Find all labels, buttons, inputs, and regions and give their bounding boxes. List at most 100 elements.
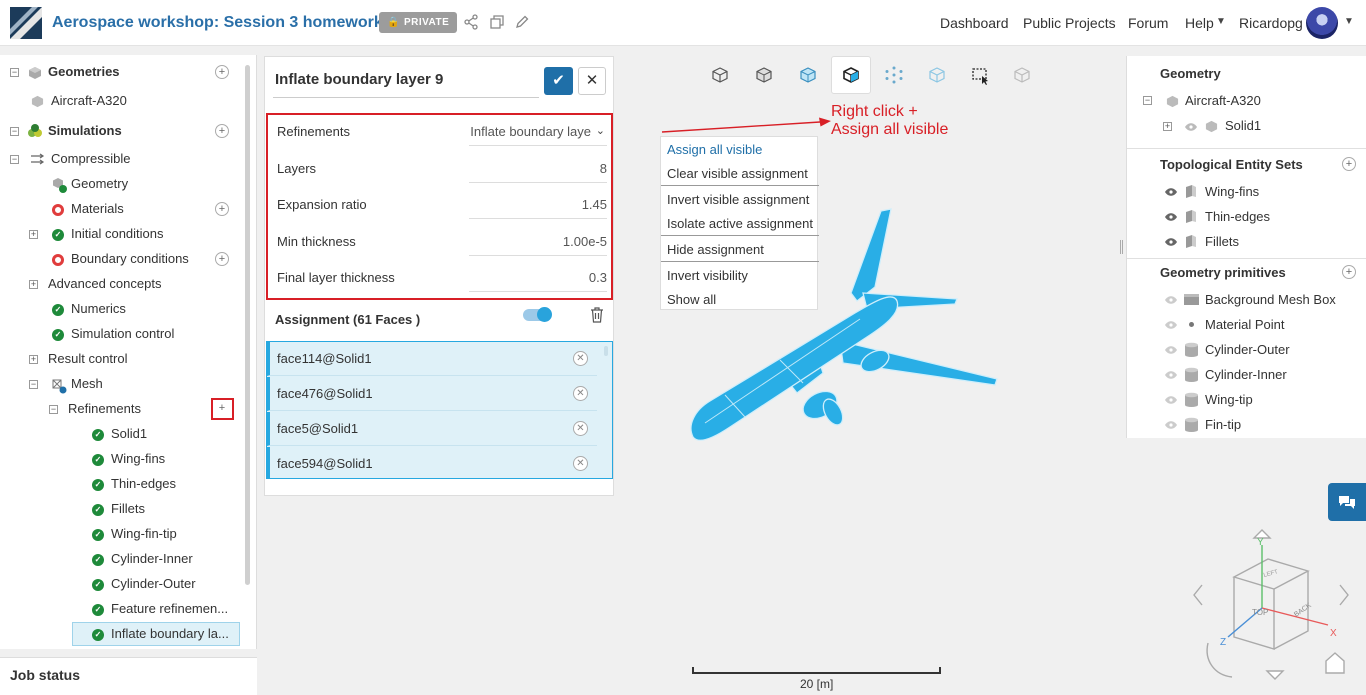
min-thickness-input[interactable]: 1.00e-5	[469, 234, 607, 256]
tree-simulation-control-row[interactable]: ✓ Simulation control	[52, 323, 174, 345]
add-simulation-icon[interactable]: +	[215, 124, 229, 138]
primitive-background-mesh-box[interactable]: Background Mesh Box	[1205, 292, 1336, 307]
hidden-parts-icon[interactable]	[1003, 58, 1041, 92]
list-item[interactable]: face5@Solid1 ✕	[267, 412, 597, 446]
assigned-faces-list[interactable]: face114@Solid1 ✕ face476@Solid1 ✕ face5@So…	[266, 341, 613, 479]
avatar[interactable]	[1306, 7, 1338, 39]
primitive-wing-tip[interactable]: Wing-tip	[1205, 392, 1253, 407]
eye-icon[interactable]	[1165, 371, 1177, 379]
tree-refinement-wing-fins[interactable]: ✓ Wing-fins	[92, 448, 165, 470]
list-item[interactable]: face594@Solid1 ✕	[267, 447, 597, 478]
tree-refinement-fillets[interactable]: ✓ Fillets	[92, 498, 145, 520]
primitive-fin-tip[interactable]: Fin-tip	[1205, 417, 1241, 432]
copy-icon[interactable]	[489, 14, 505, 30]
nav-dashboard[interactable]: Dashboard	[940, 15, 1009, 31]
edit-icon[interactable]	[514, 14, 530, 30]
eye-icon[interactable]	[1165, 188, 1177, 196]
primitive-cylinder-inner[interactable]: Cylinder-Inner	[1205, 367, 1287, 382]
topo-thin-edges[interactable]: Thin-edges	[1205, 209, 1270, 224]
tree-numerics-row[interactable]: ✓ Numerics	[52, 298, 126, 320]
menu-assign-all-visible[interactable]: Assign all visible	[667, 142, 762, 157]
tree-mesh[interactable]: Mesh	[71, 373, 103, 395]
eye-icon[interactable]	[1165, 213, 1177, 221]
add-primitive-icon[interactable]: +	[1342, 265, 1356, 279]
final-layer-thickness-input[interactable]: 0.3	[469, 270, 607, 292]
editor-title[interactable]: Inflate boundary layer 9	[275, 71, 443, 88]
simscale-logo[interactable]	[10, 7, 42, 39]
tree-initial-conditions-row[interactable]: ✓ Initial conditions	[52, 223, 164, 245]
nav-forum[interactable]: Forum	[1128, 15, 1168, 31]
eye-icon[interactable]	[1165, 396, 1177, 404]
eye-icon[interactable]	[1165, 346, 1177, 354]
assignment-toggle[interactable]	[523, 307, 552, 322]
cube-face-back[interactable]: BACK	[1293, 602, 1313, 619]
tree-refinement-wing-fin-tip[interactable]: ✓ Wing-fin-tip	[92, 523, 177, 545]
topo-fillets[interactable]: Fillets	[1205, 234, 1239, 249]
face-select-icon[interactable]	[832, 58, 870, 92]
tree-refinement-thin-edges[interactable]: ✓ Thin-edges	[92, 473, 176, 495]
tree-boundary-conditions-row[interactable]: Boundary conditions	[52, 248, 189, 270]
confirm-button[interactable]: ✔	[544, 67, 573, 95]
chevron-down-icon[interactable]: ⌄	[596, 124, 605, 137]
tree-geometry[interactable]: Geometry	[71, 173, 128, 195]
shaded-view-icon[interactable]	[789, 58, 827, 92]
eye-icon[interactable]	[1165, 238, 1177, 246]
tree-result-control[interactable]: Result control	[48, 348, 127, 370]
expand-solid1-icon[interactable]: +	[1163, 122, 1172, 131]
remove-icon[interactable]: ✕	[573, 351, 588, 366]
add-material-icon[interactable]: +	[215, 202, 229, 216]
list-scrollbar[interactable]	[604, 346, 608, 356]
wireframe-view-icon[interactable]	[701, 58, 739, 92]
primitive-cylinder-outer[interactable]: Cylinder-Outer	[1205, 342, 1290, 357]
collapse-refinements-icon[interactable]: −	[49, 405, 58, 414]
expand-result-control-icon[interactable]: +	[29, 355, 38, 364]
list-item[interactable]: face114@Solid1 ✕	[267, 342, 597, 376]
volume-select-icon[interactable]	[918, 58, 956, 92]
chat-button[interactable]	[1328, 483, 1366, 521]
tree-advanced-concepts[interactable]: Advanced concepts	[48, 273, 161, 295]
cube-face-top[interactable]: TOP	[1252, 608, 1268, 617]
geometries-label[interactable]: Geometries	[48, 61, 120, 83]
nav-help[interactable]: Help	[1185, 15, 1214, 31]
tree-refinements[interactable]: Refinements	[68, 398, 141, 420]
remove-icon[interactable]: ✕	[573, 386, 588, 401]
cube-face-left[interactable]: LEFT	[1263, 569, 1279, 579]
collapse-geometries-icon[interactable]: −	[10, 68, 19, 77]
scene-solid1[interactable]: Solid1	[1225, 118, 1261, 133]
refinements-select[interactable]: Inflate boundary laye	[469, 124, 607, 146]
tree-refinement-cylinder-outer[interactable]: ✓ Cylinder-Outer	[92, 573, 196, 595]
eye-icon[interactable]	[1165, 296, 1177, 304]
add-topo-set-icon[interactable]: +	[1342, 157, 1356, 171]
share-icon[interactable]	[463, 14, 479, 30]
remove-icon[interactable]: ✕	[573, 456, 588, 471]
expand-advanced-concepts-icon[interactable]: +	[29, 280, 38, 289]
right-panel-resize-icon[interactable]	[1120, 240, 1123, 254]
layers-input[interactable]: 8	[469, 161, 607, 183]
collapse-simulations-icon[interactable]: −	[10, 127, 19, 136]
list-item[interactable]: face476@Solid1 ✕	[267, 377, 597, 411]
scene-geometry-root[interactable]: Aircraft-A320	[1185, 93, 1261, 108]
add-geometry-icon[interactable]: +	[215, 65, 229, 79]
navigation-cube[interactable]: Y X Z TOP BACK LEFT	[1190, 525, 1355, 690]
project-title[interactable]: Aerospace workshop: Session 3 homework	[52, 14, 383, 32]
eye-icon[interactable]	[1185, 123, 1197, 131]
add-boundary-condition-icon[interactable]: +	[215, 252, 229, 266]
box-select-icon[interactable]	[961, 58, 999, 92]
tree-refinement-feature[interactable]: ✓ Feature refinemen...	[92, 598, 228, 620]
nav-public-projects[interactable]: Public Projects	[1023, 15, 1116, 31]
tree-refinement-cylinder-inner[interactable]: ✓ Cylinder-Inner	[92, 548, 193, 570]
tree-refinement-solid1[interactable]: ✓ Solid1	[92, 423, 147, 445]
topo-wing-fins[interactable]: Wing-fins	[1205, 184, 1259, 199]
tree-compressible[interactable]: Compressible	[51, 148, 130, 170]
collapse-mesh-icon[interactable]: −	[29, 380, 38, 389]
tree-materials-row[interactable]: Materials	[52, 198, 124, 220]
remove-icon[interactable]: ✕	[573, 421, 588, 436]
aircraft-3d-model[interactable]	[685, 205, 1005, 450]
expansion-ratio-input[interactable]: 1.45	[469, 197, 607, 219]
job-status-panel[interactable]: Job status	[0, 657, 257, 695]
close-button[interactable]: ✕	[578, 67, 606, 95]
eye-icon[interactable]	[1165, 321, 1177, 329]
tree-scrollbar[interactable]	[245, 65, 250, 585]
simulations-label[interactable]: Simulations	[48, 120, 122, 142]
geometry-item-aircraft[interactable]: Aircraft-A320	[51, 90, 127, 112]
